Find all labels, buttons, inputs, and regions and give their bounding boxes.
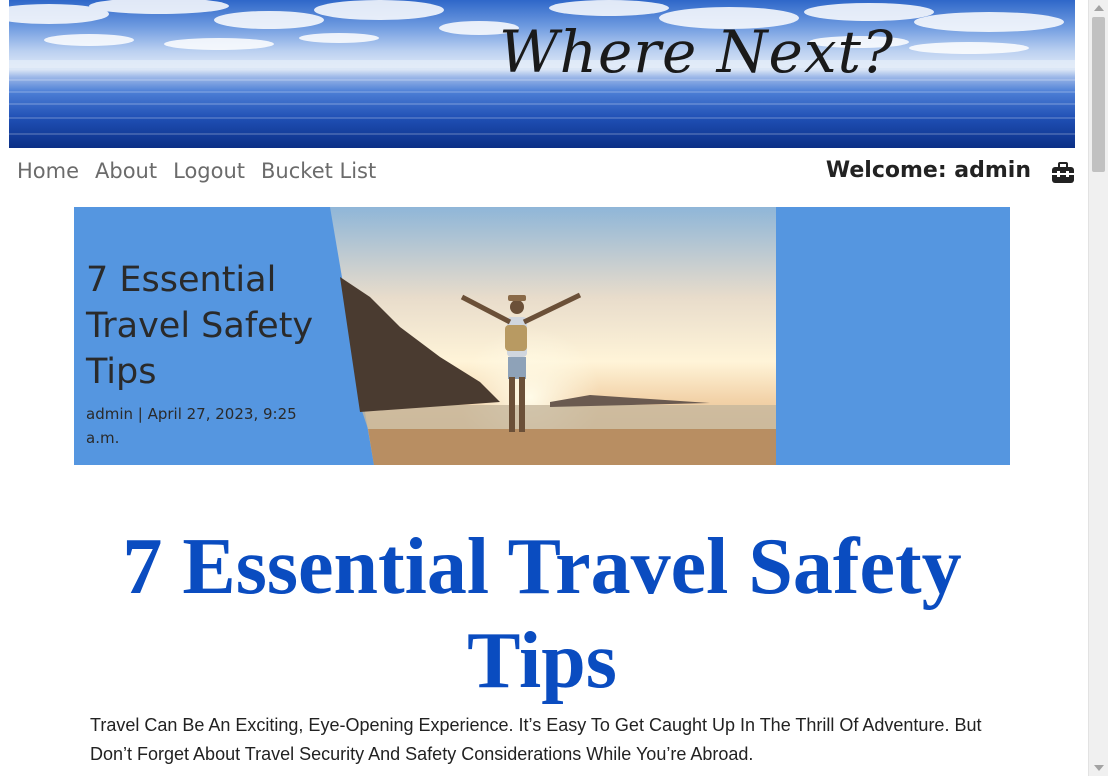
hero-title: 7 Essential Travel Safety Tips — [86, 260, 314, 392]
nav-link-home[interactable]: Home — [17, 159, 79, 183]
welcome-text: Welcome: admin — [825, 158, 1031, 183]
scroll-down-arrow-icon[interactable] — [1094, 765, 1104, 771]
main-nav: Home About Logout Bucket List Welcome: a… — [9, 156, 1075, 192]
nav-link-bucket-list[interactable]: Bucket List — [261, 159, 376, 183]
header-banner: Where Next? — [9, 0, 1075, 148]
traveler-beach-photo — [330, 207, 776, 465]
article-title: 7 Essential Travel Safety Tips — [122, 523, 962, 705]
post-hero: 7 Essential Travel Safety Tips admin | A… — [74, 207, 1010, 465]
nav-link-about[interactable]: About — [95, 159, 157, 183]
toolbox-icon[interactable] — [1051, 162, 1075, 184]
hero-meta: admin | April 27, 2023, 9:25 a.m. — [86, 405, 297, 447]
scroll-up-arrow-icon[interactable] — [1094, 5, 1104, 11]
site-title: Where Next? — [499, 18, 894, 86]
nav-links: Home About Logout Bucket List — [17, 159, 376, 183]
article-intro: Travel Can Be An Exciting, Eye-Opening E… — [90, 715, 982, 764]
scroll-thumb[interactable] — [1092, 17, 1105, 172]
page: Where Next? Home About Logout Bucket Lis… — [0, 0, 1108, 776]
vertical-scrollbar[interactable] — [1088, 0, 1108, 776]
nav-link-logout[interactable]: Logout — [173, 159, 245, 183]
